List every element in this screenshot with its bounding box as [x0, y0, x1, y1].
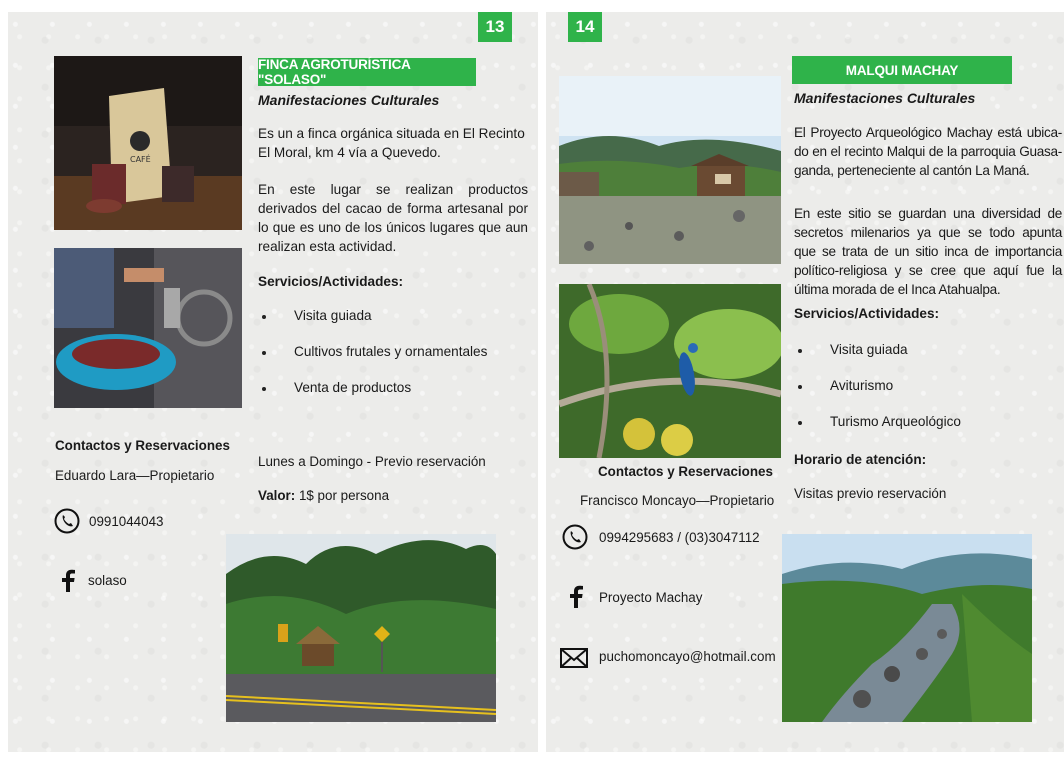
hummingbird-photo [559, 284, 781, 458]
facebook-name: solaso [88, 573, 127, 588]
services-list: Visita guiada Cultivos frutales y orname… [261, 308, 487, 416]
list-item: Venta de productos [261, 380, 487, 416]
brochure-page-13: 13 CAFÉ FINCA AGROTURÍSTICA "SOLASO" Man… [8, 12, 538, 752]
services-list: Visita guiada Aviturismo Turismo Arqueol… [798, 342, 961, 450]
svg-text:CAFÉ: CAFÉ [130, 153, 151, 164]
section-subtitle: Manifestaciones Culturales [794, 90, 976, 106]
description-paragraph-1: Es un a finca orgánica situada en El Rec… [258, 126, 525, 160]
hours-text: Visitas previo reservación [794, 486, 947, 501]
list-item: Visita guiada [261, 308, 487, 344]
contacts-heading: Contactos y Reservaciones [598, 464, 773, 479]
phone-icon [54, 508, 80, 534]
phone-icon [562, 524, 588, 550]
finca-roadside-photo [226, 534, 496, 722]
hours-heading: Horario de atención: [794, 452, 927, 467]
cacao-grinding-photo [54, 248, 242, 408]
price-value: 1$ por persona [295, 488, 390, 503]
cacao-products-photo: CAFÉ [54, 56, 242, 230]
phone-number: 0991044043 [89, 514, 164, 529]
archaeological-site-photo [559, 76, 781, 264]
section-title: MALQUI MACHAY [792, 56, 1012, 84]
services-heading: Servicios/Actividades: [794, 306, 940, 321]
list-item: Aviturismo [798, 378, 961, 414]
section-subtitle: Manifestaciones Culturales [258, 92, 440, 108]
list-item: Visita guiada [798, 342, 961, 378]
description-paragraph-2: En este sitio se guardan una diversidad … [794, 206, 1062, 297]
description-paragraph-2: En este lugar se realizan productos deri… [258, 182, 528, 254]
page-number: 13 [478, 12, 512, 42]
phone-number: 0994295683 / (03)3047112 [599, 530, 760, 545]
schedule-text: Lunes a Domingo - Previo reservación [258, 454, 486, 469]
facebook-icon [60, 568, 76, 592]
contact-person: Eduardo Lara—Propietario [55, 468, 215, 483]
brochure-page-14: 14 MALQUI MACHAY Manifestaciones Cultura… [546, 12, 1064, 752]
page-number: 14 [568, 12, 602, 42]
description-paragraph-1: El Proyecto Arqueológico Machay está ubi… [794, 125, 1062, 178]
contact-person: Francisco Moncayo—Propietario [580, 493, 775, 508]
contacts-heading: Contactos y Reservaciones [55, 438, 230, 453]
mail-icon [560, 648, 588, 668]
price-text: Valor: 1$ por persona [258, 488, 389, 503]
services-heading: Servicios/Actividades: [258, 274, 404, 289]
list-item: Cultivos frutales y ornamentales [261, 344, 487, 380]
section-title: FINCA AGROTURÍSTICA "SOLASO" [258, 57, 476, 87]
price-label: Valor: [258, 488, 296, 503]
list-item: Turismo Arqueológico [798, 414, 961, 450]
river-landscape-photo [782, 534, 1032, 722]
facebook-name: Proyecto Machay [599, 590, 703, 605]
email-address: puchomoncayo@hotmail.com [599, 649, 776, 664]
facebook-icon [568, 584, 584, 608]
